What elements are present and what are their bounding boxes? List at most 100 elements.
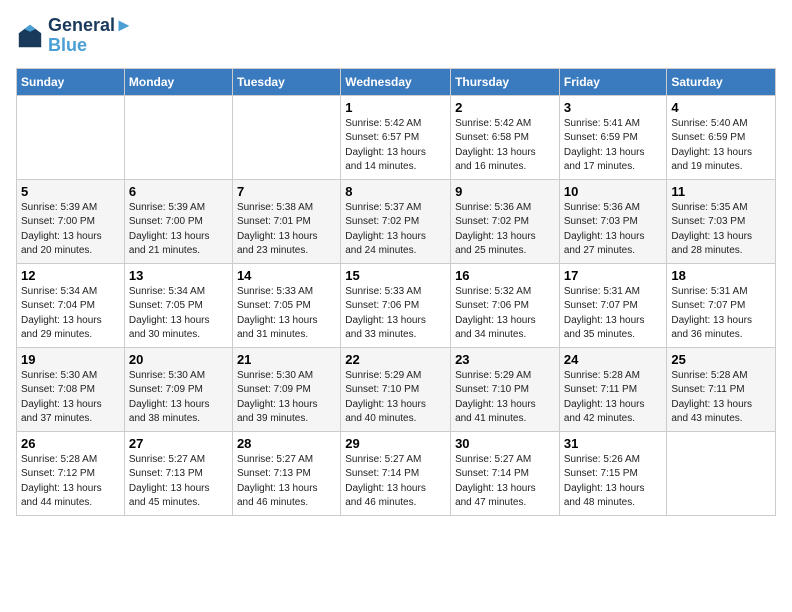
calendar-cell xyxy=(667,431,776,515)
day-info: Sunrise: 5:38 AMSunset: 7:01 PMDaylight:… xyxy=(237,201,336,259)
day-info: Sunrise: 5:31 AMSunset: 7:07 PMDaylight:… xyxy=(564,285,663,343)
day-info: Sunrise: 5:26 AMSunset: 7:15 PMDaylight:… xyxy=(564,453,663,511)
day-number: 17 xyxy=(564,268,663,283)
day-number: 25 xyxy=(671,352,771,367)
day-info: Sunrise: 5:27 AMSunset: 7:14 PMDaylight:… xyxy=(345,453,446,511)
day-number: 9 xyxy=(455,184,555,199)
day-number: 31 xyxy=(564,436,663,451)
calendar-cell xyxy=(17,95,125,179)
day-info: Sunrise: 5:32 AMSunset: 7:06 PMDaylight:… xyxy=(455,285,555,343)
calendar-cell: 14Sunrise: 5:33 AMSunset: 7:05 PMDayligh… xyxy=(232,263,340,347)
weekday-header-tuesday: Tuesday xyxy=(232,68,340,95)
day-info: Sunrise: 5:28 AMSunset: 7:11 PMDaylight:… xyxy=(671,369,771,427)
day-info: Sunrise: 5:33 AMSunset: 7:05 PMDaylight:… xyxy=(237,285,336,343)
calendar-cell: 27 Sunrise: 5:27 AMSunset: 7:13 PMDayligh… xyxy=(124,431,232,515)
calendar-cell: 7 Sunrise: 5:38 AMSunset: 7:01 PMDaylight… xyxy=(232,179,340,263)
day-info: Sunrise: 5:30 AMSunset: 7:08 PMDaylight:… xyxy=(21,369,120,427)
weekday-header-wednesday: Wednesday xyxy=(341,68,451,95)
day-number: 4 xyxy=(671,100,771,115)
calendar-cell: 21 Sunrise: 5:30 AMSunset: 7:09 PMDayligh… xyxy=(232,347,340,431)
day-number: 16 xyxy=(455,268,555,283)
day-number: 22 xyxy=(345,352,446,367)
logo: General► Blue xyxy=(16,16,133,56)
calendar-cell: 16 Sunrise: 5:32 AMSunset: 7:06 PMDayligh… xyxy=(451,263,560,347)
day-info: Sunrise: 5:33 AMSunset: 7:06 PMDaylight:… xyxy=(345,285,446,343)
calendar-cell: 26 Sunrise: 5:28 AMSunset: 7:12 PMDayligh… xyxy=(17,431,125,515)
day-info: Sunrise: 5:27 AMSunset: 7:13 PMDaylight:… xyxy=(129,453,228,511)
day-number: 28 xyxy=(237,436,336,451)
day-info: Sunrise: 5:41 AMSunset: 6:59 PMDaylight:… xyxy=(564,117,663,175)
day-info: Sunrise: 5:42 AMSunset: 6:58 PMDaylight:… xyxy=(455,117,555,175)
day-number: 24 xyxy=(564,352,663,367)
day-number: 26 xyxy=(21,436,120,451)
day-number: 10 xyxy=(564,184,663,199)
weekday-header-sunday: Sunday xyxy=(17,68,125,95)
calendar-cell: 10 Sunrise: 5:36 AMSunset: 7:03 PMDayligh… xyxy=(559,179,667,263)
day-info: Sunrise: 5:34 AMSunset: 7:04 PMDaylight:… xyxy=(21,285,120,343)
day-number: 18 xyxy=(671,268,771,283)
calendar-cell: 28Sunrise: 5:27 AMSunset: 7:13 PMDayligh… xyxy=(232,431,340,515)
calendar-cell: 13 Sunrise: 5:34 AMSunset: 7:05 PMDayligh… xyxy=(124,263,232,347)
day-number: 2 xyxy=(455,100,555,115)
day-number: 15 xyxy=(345,268,446,283)
day-info: Sunrise: 5:29 AMSunset: 7:10 PMDaylight:… xyxy=(345,369,446,427)
day-info: Sunrise: 5:36 AMSunset: 7:03 PMDaylight:… xyxy=(564,201,663,259)
day-number: 12 xyxy=(21,268,120,283)
day-number: 27 xyxy=(129,436,228,451)
day-number: 3 xyxy=(564,100,663,115)
day-info: Sunrise: 5:37 AMSunset: 7:02 PMDaylight:… xyxy=(345,201,446,259)
day-number: 23 xyxy=(455,352,555,367)
day-info: Sunrise: 5:28 AMSunset: 7:11 PMDaylight:… xyxy=(564,369,663,427)
logo-text: General► Blue xyxy=(48,16,133,56)
day-number: 6 xyxy=(129,184,228,199)
weekday-header-friday: Friday xyxy=(559,68,667,95)
day-info: Sunrise: 5:29 AMSunset: 7:10 PMDaylight:… xyxy=(455,369,555,427)
weekday-header-thursday: Thursday xyxy=(451,68,560,95)
day-info: Sunrise: 5:31 AMSunset: 7:07 PMDaylight:… xyxy=(671,285,771,343)
calendar-cell: 11 Sunrise: 5:35 AMSunset: 7:03 PMDayligh… xyxy=(667,179,776,263)
calendar-cell: 4 Sunrise: 5:40 AMSunset: 6:59 PMDaylight… xyxy=(667,95,776,179)
day-info: Sunrise: 5:30 AMSunset: 7:09 PMDaylight:… xyxy=(237,369,336,427)
calendar-cell: 24 Sunrise: 5:28 AMSunset: 7:11 PMDayligh… xyxy=(559,347,667,431)
weekday-header-monday: Monday xyxy=(124,68,232,95)
calendar-cell xyxy=(124,95,232,179)
day-number: 11 xyxy=(671,184,771,199)
calendar-cell: 2 Sunrise: 5:42 AMSunset: 6:58 PMDaylight… xyxy=(451,95,560,179)
day-info: Sunrise: 5:42 AMSunset: 6:57 PMDaylight:… xyxy=(345,117,446,175)
calendar-cell: 20 Sunrise: 5:30 AMSunset: 7:09 PMDayligh… xyxy=(124,347,232,431)
day-info: Sunrise: 5:36 AMSunset: 7:02 PMDaylight:… xyxy=(455,201,555,259)
calendar-cell: 9 Sunrise: 5:36 AMSunset: 7:02 PMDaylight… xyxy=(451,179,560,263)
day-info: Sunrise: 5:40 AMSunset: 6:59 PMDaylight:… xyxy=(671,117,771,175)
day-info: Sunrise: 5:34 AMSunset: 7:05 PMDaylight:… xyxy=(129,285,228,343)
day-number: 13 xyxy=(129,268,228,283)
calendar-cell: 8 Sunrise: 5:37 AMSunset: 7:02 PMDaylight… xyxy=(341,179,451,263)
day-number: 29 xyxy=(345,436,446,451)
calendar-cell: 17 Sunrise: 5:31 AMSunset: 7:07 PMDayligh… xyxy=(559,263,667,347)
day-number: 20 xyxy=(129,352,228,367)
day-info: Sunrise: 5:39 AMSunset: 7:00 PMDaylight:… xyxy=(129,201,228,259)
weekday-header-saturday: Saturday xyxy=(667,68,776,95)
day-number: 7 xyxy=(237,184,336,199)
day-info: Sunrise: 5:28 AMSunset: 7:12 PMDaylight:… xyxy=(21,453,120,511)
calendar-cell: 6 Sunrise: 5:39 AMSunset: 7:00 PMDaylight… xyxy=(124,179,232,263)
calendar-cell: 18 Sunrise: 5:31 AMSunset: 7:07 PMDayligh… xyxy=(667,263,776,347)
day-info: Sunrise: 5:30 AMSunset: 7:09 PMDaylight:… xyxy=(129,369,228,427)
day-number: 5 xyxy=(21,184,120,199)
calendar-cell: 3 Sunrise: 5:41 AMSunset: 6:59 PMDaylight… xyxy=(559,95,667,179)
calendar-cell: 31 Sunrise: 5:26 AMSunset: 7:15 PMDayligh… xyxy=(559,431,667,515)
day-info: Sunrise: 5:39 AMSunset: 7:00 PMDaylight:… xyxy=(21,201,120,259)
page-header: General► Blue xyxy=(16,16,776,56)
day-number: 8 xyxy=(345,184,446,199)
day-number: 30 xyxy=(455,436,555,451)
calendar-cell: 12 Sunrise: 5:34 AMSunset: 7:04 PMDayligh… xyxy=(17,263,125,347)
calendar-cell: 5 Sunrise: 5:39 AMSunset: 7:00 PMDaylight… xyxy=(17,179,125,263)
calendar-cell: 19 Sunrise: 5:30 AMSunset: 7:08 PMDayligh… xyxy=(17,347,125,431)
day-number: 21 xyxy=(237,352,336,367)
calendar-cell: 22 Sunrise: 5:29 AMSunset: 7:10 PMDayligh… xyxy=(341,347,451,431)
calendar-cell: 29 Sunrise: 5:27 AMSunset: 7:14 PMDayligh… xyxy=(341,431,451,515)
day-info: Sunrise: 5:35 AMSunset: 7:03 PMDaylight:… xyxy=(671,201,771,259)
day-number: 19 xyxy=(21,352,120,367)
calendar-cell: 25 Sunrise: 5:28 AMSunset: 7:11 PMDayligh… xyxy=(667,347,776,431)
logo-icon xyxy=(16,22,44,50)
calendar-cell: 23 Sunrise: 5:29 AMSunset: 7:10 PMDayligh… xyxy=(451,347,560,431)
